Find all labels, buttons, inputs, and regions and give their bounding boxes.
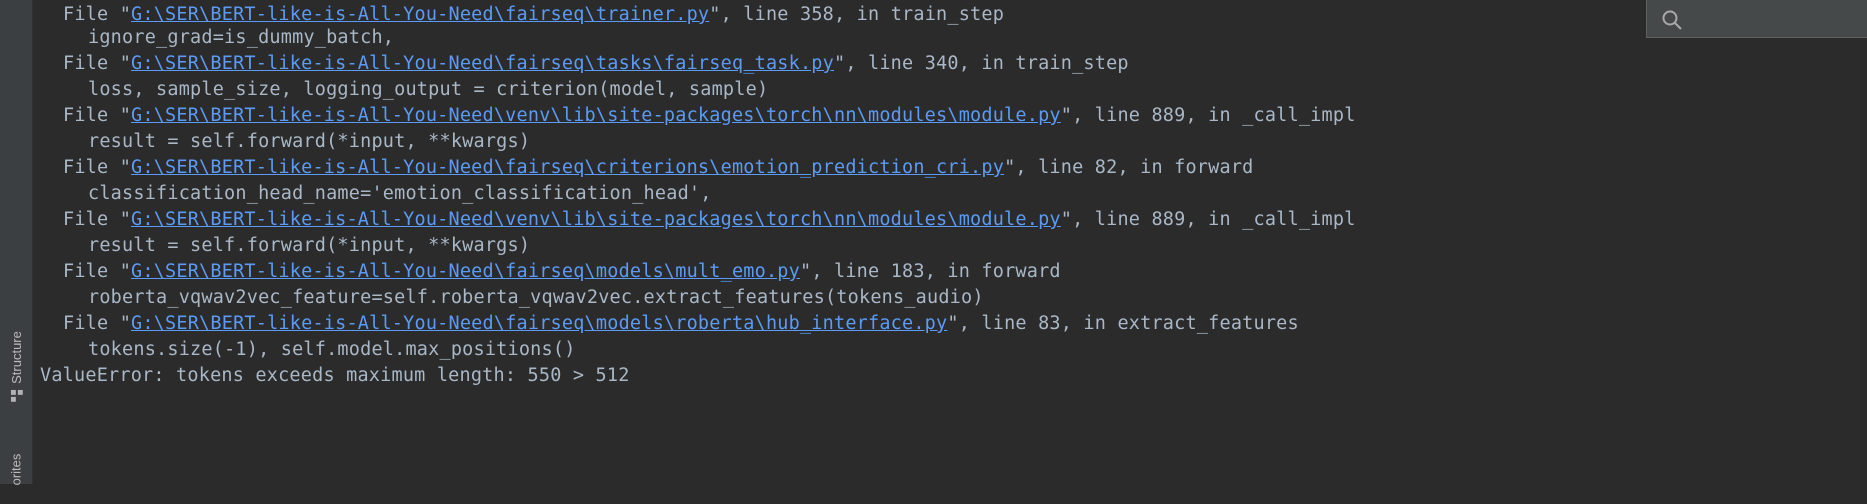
console-search-field[interactable] (1646, 0, 1867, 38)
structure-tool-tab[interactable]: Structure (0, 318, 32, 414)
file-link[interactable]: G:\SER\BERT-like-is-All-You-Need\fairseq… (131, 53, 834, 74)
favorites-tool-tab[interactable]: orites (0, 434, 32, 504)
file-link[interactable]: G:\SER\BERT-like-is-All-You-Need\fairseq… (131, 261, 800, 282)
search-icon (1662, 10, 1682, 30)
file-link[interactable]: G:\SER\BERT-like-is-All-You-Need\venv\li… (131, 105, 1061, 126)
favorites-tab-label: orites (8, 453, 24, 485)
search-input[interactable] (1687, 6, 1861, 32)
structure-tab-label: Structure (8, 330, 24, 384)
left-tool-strip: Structure orites (0, 0, 33, 485)
error-message: ValueError: tokens exceeds maximum lengt… (40, 365, 630, 386)
file-link[interactable]: G:\SER\BERT-like-is-All-You-Need\fairseq… (131, 313, 947, 334)
run-console-output: File "G:\SER\BERT-like-is-All-You-Need\f… (40, 0, 1867, 484)
structure-icon (10, 389, 22, 402)
file-link[interactable]: G:\SER\BERT-like-is-All-You-Need\fairseq… (131, 157, 1004, 178)
file-link[interactable]: G:\SER\BERT-like-is-All-You-Need\venv\li… (131, 209, 1061, 230)
